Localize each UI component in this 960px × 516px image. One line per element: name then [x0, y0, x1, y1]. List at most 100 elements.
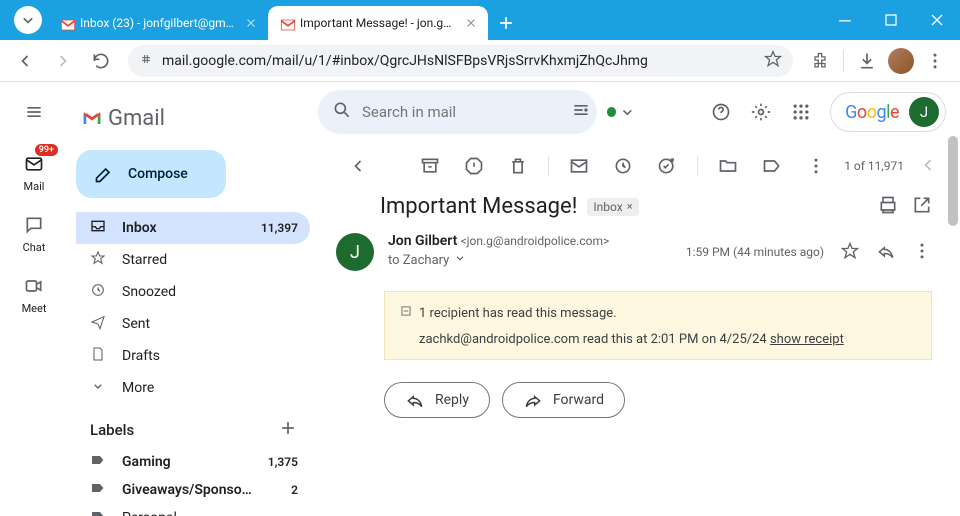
show-receipt-link[interactable]: show receipt	[770, 332, 844, 347]
compose-label: Compose	[128, 166, 188, 182]
delete-button[interactable]	[500, 148, 536, 184]
label-item[interactable]: Giveaways/Sponso… 2	[76, 476, 310, 504]
add-task-button[interactable]	[649, 148, 685, 184]
labels-button[interactable]	[754, 148, 790, 184]
window-minimize-button[interactable]	[822, 0, 868, 40]
support-button[interactable]	[704, 95, 738, 129]
window-close-button[interactable]	[914, 0, 960, 40]
sidebar: Gmail Compose Inbox 11,397 Starred Snooz…	[68, 82, 318, 516]
close-icon[interactable]	[244, 16, 258, 30]
receipt-detail: zachkd@androidpolice.com read this at 2:…	[419, 332, 770, 347]
app-rail: 99+ Mail Chat Meet	[0, 82, 68, 516]
gmail-logo-text: Gmail	[108, 106, 165, 131]
rail-chat[interactable]: Chat	[20, 211, 48, 254]
downloads-button[interactable]	[850, 44, 884, 78]
add-label-button[interactable]	[278, 418, 298, 442]
label-item[interactable]: Gaming 1,375	[76, 448, 310, 476]
read-receipt-box: 1 recipient has read this message. zachk…	[384, 291, 932, 360]
prev-message-button[interactable]	[918, 155, 938, 178]
browser-tab-inactive[interactable]: Inbox (23) - jonfgilbert@gmail…	[48, 6, 268, 40]
nav-starred[interactable]: Starred	[76, 244, 310, 276]
collapse-icon[interactable]	[399, 304, 413, 322]
forward-icon	[523, 390, 543, 410]
chevron-down-icon	[90, 378, 106, 398]
star-message-button[interactable]	[840, 241, 860, 264]
profile-avatar[interactable]	[888, 48, 914, 74]
spam-button[interactable]	[456, 148, 492, 184]
message-toolbar: 1 of 11,971	[318, 146, 960, 186]
pencil-icon	[94, 164, 114, 184]
send-icon	[90, 314, 106, 334]
new-tab-button[interactable]	[492, 9, 520, 37]
settings-button[interactable]	[744, 95, 778, 129]
close-icon[interactable]	[464, 16, 478, 30]
rail-chat-label: Chat	[23, 241, 46, 254]
rail-meet[interactable]: Meet	[20, 272, 48, 315]
message-more-button[interactable]	[912, 241, 932, 264]
back-to-inbox-button[interactable]	[340, 148, 376, 184]
meet-icon	[20, 272, 48, 300]
nav-inbox[interactable]: Inbox 11,397	[76, 212, 310, 244]
nav-drafts[interactable]: Drafts	[76, 340, 310, 372]
status-indicator[interactable]	[607, 97, 637, 127]
nav-snoozed[interactable]: Snoozed	[76, 276, 310, 308]
account-switcher[interactable]: Google J	[830, 92, 946, 132]
message-time: 1:59 PM (44 minutes ago)	[686, 245, 824, 259]
snooze-button[interactable]	[605, 148, 641, 184]
browser-menu-button[interactable]	[918, 44, 952, 78]
search-bar[interactable]	[318, 90, 597, 134]
browser-tab-active[interactable]: Important Message! - jon.g@ar	[268, 6, 488, 40]
apps-button[interactable]	[784, 95, 818, 129]
chat-icon	[20, 211, 48, 239]
main-menu-button[interactable]	[14, 92, 54, 132]
rail-mail-label: Mail	[24, 180, 45, 193]
reply-icon-button[interactable]	[876, 241, 896, 264]
inbox-chip[interactable]: Inbox×	[587, 198, 638, 216]
print-button[interactable]	[878, 195, 898, 219]
more-button[interactable]	[798, 148, 834, 184]
to-line: to Zachary	[388, 253, 449, 268]
bookmark-icon[interactable]	[763, 49, 783, 73]
forward-button[interactable]: Forward	[502, 382, 625, 418]
gmail-favicon-icon	[278, 15, 294, 31]
forward-button[interactable]	[46, 44, 80, 78]
tab-search-button[interactable]	[14, 6, 42, 34]
mail-icon: 99+	[20, 150, 48, 178]
compose-button[interactable]: Compose	[76, 150, 226, 198]
gmail-logo[interactable]: Gmail	[76, 92, 310, 144]
reply-button[interactable]: Reply	[384, 382, 490, 418]
popout-button[interactable]	[912, 195, 932, 219]
nav-sent[interactable]: Sent	[76, 308, 310, 340]
sender-name: Jon Gilbert	[388, 233, 457, 249]
label-item[interactable]: Personal	[76, 504, 310, 516]
nav-more[interactable]: More	[76, 372, 310, 404]
search-icon	[332, 100, 352, 124]
reply-icon	[405, 390, 425, 410]
scrollbar-thumb[interactable]	[948, 136, 958, 226]
show-details-button[interactable]	[453, 251, 467, 269]
sender-avatar: J	[336, 233, 374, 271]
search-options-icon[interactable]	[571, 100, 591, 124]
search-input[interactable]	[362, 103, 561, 121]
google-logo: Google	[845, 102, 899, 123]
move-button[interactable]	[710, 148, 746, 184]
labels-header: Labels	[90, 421, 134, 439]
reload-button[interactable]	[84, 44, 118, 78]
mark-unread-button[interactable]	[561, 148, 597, 184]
extensions-button[interactable]	[803, 44, 837, 78]
content-area: Google J 1 of 11,971	[318, 82, 960, 516]
archive-button[interactable]	[412, 148, 448, 184]
label-icon	[90, 452, 106, 472]
clock-icon	[90, 282, 106, 302]
gmail-logo-icon	[82, 108, 102, 128]
rail-mail[interactable]: 99+ Mail	[20, 150, 48, 193]
inbox-icon	[90, 218, 106, 238]
message-counter: 1 of 11,971	[844, 159, 904, 173]
browser-titlebar: Inbox (23) - jonfgilbert@gmail… Importan…	[0, 0, 960, 40]
window-maximize-button[interactable]	[868, 0, 914, 40]
label-icon	[90, 480, 106, 500]
address-bar[interactable]: mail.google.com/mail/u/1/#inbox/QgrcJHsN…	[128, 45, 793, 77]
back-button[interactable]	[8, 44, 42, 78]
site-info-icon[interactable]	[138, 51, 154, 71]
label-icon	[90, 508, 106, 516]
